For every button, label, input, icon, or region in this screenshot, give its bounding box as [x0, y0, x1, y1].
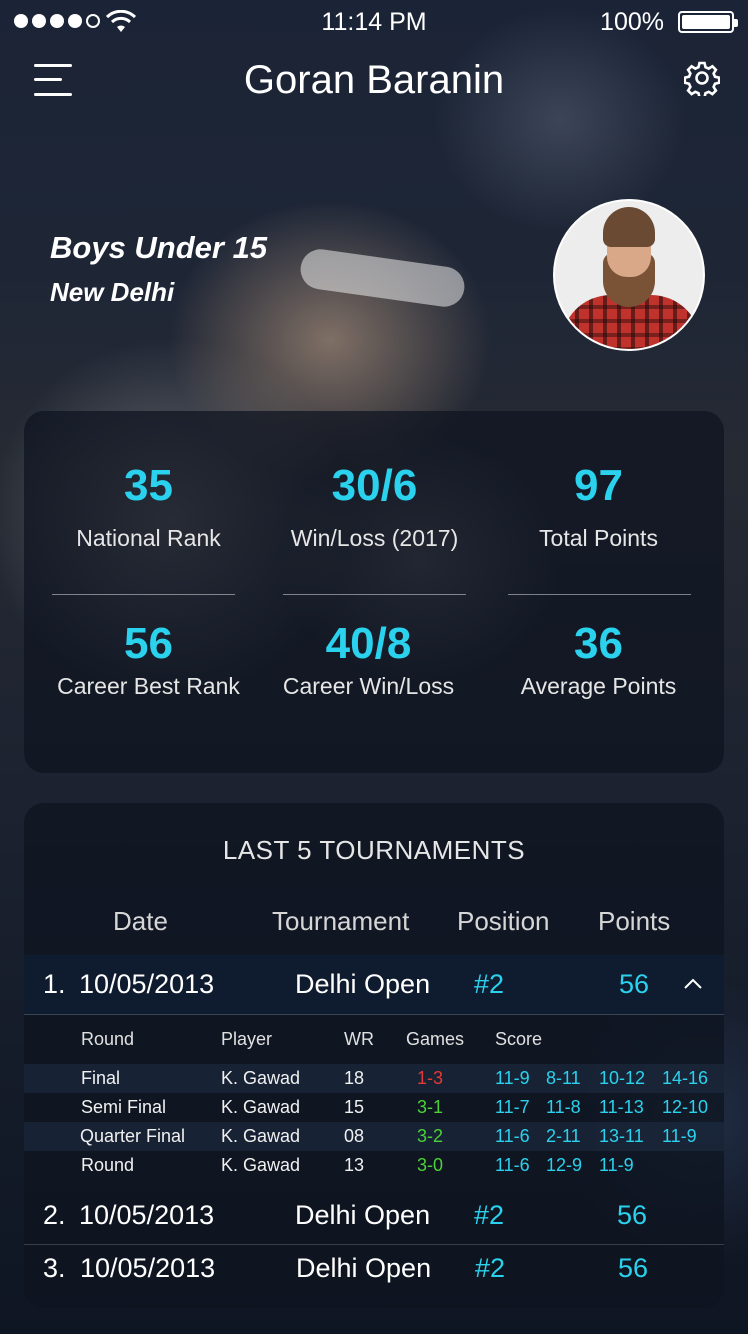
stat-label: Total Points — [539, 525, 658, 551]
match-score: 12-9 — [546, 1155, 583, 1175]
chevron-up-icon[interactable] — [682, 977, 704, 991]
detail-header-score: Score — [495, 1029, 543, 1049]
tournaments-card: LAST 5 TOURNAMENTS Date Tournament Posit… — [24, 803, 724, 1308]
tournament-name: Delhi Open — [296, 1253, 432, 1283]
match-round: Round — [81, 1155, 135, 1175]
column-header-date: Date — [113, 906, 168, 936]
stat-national-rank: 35 National Rank — [32, 461, 265, 552]
stat-value: 36 — [574, 619, 623, 668]
tournament-date: 10/05/2013 — [79, 969, 215, 999]
match-score: 11-6 — [495, 1155, 530, 1175]
match-row: Final K. Gawad 18 1-3 11-9 8-11 10-12 14… — [24, 1064, 724, 1093]
match-wr: 18 — [344, 1068, 365, 1088]
tournament-points: 56 — [619, 969, 650, 999]
gear-icon[interactable] — [684, 60, 720, 96]
match-score: 11-9 — [495, 1068, 530, 1088]
stat-average-points: 36 Average Points — [482, 619, 715, 700]
match-games: 1-3 — [417, 1068, 444, 1088]
tournament-position: #2 — [474, 1200, 505, 1230]
match-score: 14-16 — [662, 1068, 709, 1088]
match-games: 3-1 — [417, 1097, 444, 1117]
stat-win-loss-2017: 30/6 Win/Loss (2017) — [258, 461, 491, 552]
battery-icon — [678, 11, 738, 33]
tournament-position: #2 — [474, 969, 505, 999]
stat-value: 97 — [574, 461, 623, 510]
tournament-row[interactable]: 2. 10/05/2013 Delhi Open #2 56 — [24, 1186, 724, 1246]
detail-header-wr: WR — [344, 1029, 374, 1049]
stat-value: 56 — [124, 619, 173, 668]
page-title: Goran Baranin — [243, 58, 505, 102]
avatar[interactable] — [553, 199, 705, 351]
match-score: 11-6 — [495, 1126, 530, 1146]
stat-label: Career Best Rank — [57, 673, 240, 699]
match-wr: 08 — [344, 1126, 365, 1146]
match-player: K. Gawad — [221, 1068, 301, 1088]
match-score: 11-8 — [546, 1097, 581, 1117]
match-row: Quarter Final K. Gawad 08 3-2 11-6 2-11 … — [24, 1122, 724, 1151]
match-round: Quarter Final — [80, 1126, 186, 1146]
match-round: Semi Final — [81, 1097, 167, 1117]
divider — [283, 594, 466, 595]
stat-label: Average Points — [520, 673, 677, 699]
match-score: 11-13 — [599, 1097, 644, 1117]
divider — [508, 594, 691, 595]
detail-header-player: Player — [221, 1029, 273, 1049]
match-player: K. Gawad — [221, 1155, 301, 1175]
match-score: 13-11 — [599, 1126, 644, 1146]
match-score: 10-12 — [599, 1068, 646, 1088]
column-header-tournament: Tournament — [272, 906, 410, 936]
detail-header-round: Round — [81, 1029, 135, 1049]
tournament-name: Delhi Open — [295, 969, 431, 999]
match-games: 3-2 — [417, 1126, 444, 1146]
status-bar: 11:14 PM 100% — [0, 0, 748, 44]
row-number: 2. — [43, 1200, 66, 1230]
tournament-name: Delhi Open — [295, 1200, 431, 1230]
tournament-row[interactable]: 1. 10/05/2013 Delhi Open #2 56 — [24, 955, 724, 1015]
stat-value: 35 — [124, 461, 173, 510]
column-header-points: Points — [598, 906, 671, 936]
detail-header-games: Games — [406, 1029, 465, 1049]
match-score: 11-9 — [662, 1126, 697, 1146]
match-round: Final — [81, 1068, 121, 1088]
divider — [52, 594, 235, 595]
match-score: 8-11 — [546, 1068, 581, 1088]
age-category: Boys Under 15 — [50, 230, 268, 265]
stat-label: Win/Loss (2017) — [290, 525, 459, 551]
stat-label: Career Win/Loss — [282, 673, 455, 699]
match-wr: 13 — [344, 1155, 365, 1175]
tournament-date: 10/05/2013 — [80, 1253, 216, 1283]
background-headband — [298, 246, 467, 310]
tournament-date: 10/05/2013 — [79, 1200, 215, 1230]
match-player: K. Gawad — [221, 1126, 301, 1146]
row-divider — [24, 1014, 724, 1015]
match-score: 12-10 — [662, 1097, 709, 1117]
match-row: Round K. Gawad 13 3-0 11-6 12-9 11-9 — [24, 1151, 724, 1180]
match-player: K. Gawad — [221, 1097, 301, 1117]
stat-total-points: 97 Total Points — [482, 461, 715, 552]
match-score: 2-11 — [546, 1126, 581, 1146]
tournaments-title: LAST 5 TOURNAMENTS — [222, 835, 526, 865]
stat-career-win-loss: 40/8 Career Win/Loss — [252, 619, 485, 700]
stat-value: 40/8 — [325, 619, 412, 668]
stat-value: 30/6 — [331, 461, 418, 510]
tournament-points: 56 — [618, 1253, 649, 1283]
column-header-position: Position — [457, 906, 550, 936]
row-number: 1. — [43, 969, 66, 999]
tournament-position: #2 — [475, 1253, 506, 1283]
match-row: Semi Final K. Gawad 15 3-1 11-7 11-8 11-… — [24, 1093, 724, 1122]
row-number: 3. — [43, 1253, 66, 1283]
stat-career-best-rank: 56 Career Best Rank — [32, 619, 265, 700]
match-games: 3-0 — [417, 1155, 444, 1175]
stat-label: National Rank — [76, 525, 221, 551]
battery-percentage: 100% — [600, 8, 664, 36]
tournament-points: 56 — [617, 1200, 648, 1230]
match-wr: 15 — [344, 1097, 365, 1117]
match-score: 11-7 — [495, 1097, 530, 1117]
tournament-row[interactable]: 3. 10/05/2013 Delhi Open #2 56 — [24, 1239, 724, 1299]
stats-card: 35 National Rank 30/6 Win/Loss (2017) 97… — [24, 411, 724, 773]
player-city: New Delhi — [50, 277, 175, 307]
match-score: 11-9 — [599, 1155, 634, 1175]
